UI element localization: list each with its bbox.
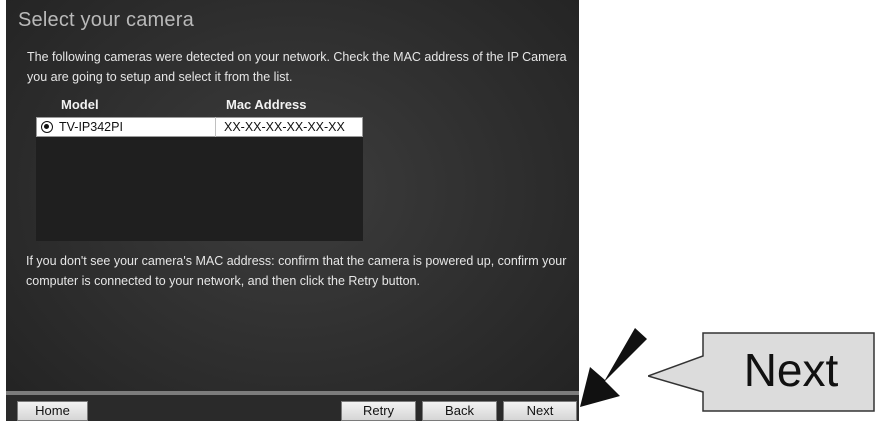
- camera-list[interactable]: TV-IP342PI XX-XX-XX-XX-XX-XX: [36, 117, 363, 241]
- back-button[interactable]: Back: [422, 401, 497, 421]
- page-title: Select your camera: [18, 9, 194, 31]
- footer-bar: Home Retry Back Next: [6, 391, 579, 421]
- cell-divider: [215, 117, 216, 137]
- pointer-arrow-icon: [580, 328, 647, 407]
- table-header: Model Mac Address: [36, 97, 363, 117]
- next-callout-label: Next: [743, 344, 839, 396]
- camera-model: TV-IP342PI: [59, 120, 123, 134]
- setup-panel: Select your camera The following cameras…: [6, 0, 579, 421]
- home-button[interactable]: Home: [17, 401, 88, 421]
- column-header-mac: Mac Address: [226, 97, 307, 112]
- table-row[interactable]: TV-IP342PI XX-XX-XX-XX-XX-XX: [36, 117, 363, 137]
- next-button[interactable]: Next: [503, 401, 577, 421]
- column-header-model: Model: [61, 97, 99, 112]
- camera-mac: XX-XX-XX-XX-XX-XX: [224, 120, 345, 134]
- radio-selected-icon[interactable]: [41, 121, 53, 133]
- retry-button[interactable]: Retry: [341, 401, 416, 421]
- help-text: If you don't see your camera's MAC addre…: [26, 254, 567, 288]
- intro-text: The following cameras were detected on y…: [27, 50, 567, 84]
